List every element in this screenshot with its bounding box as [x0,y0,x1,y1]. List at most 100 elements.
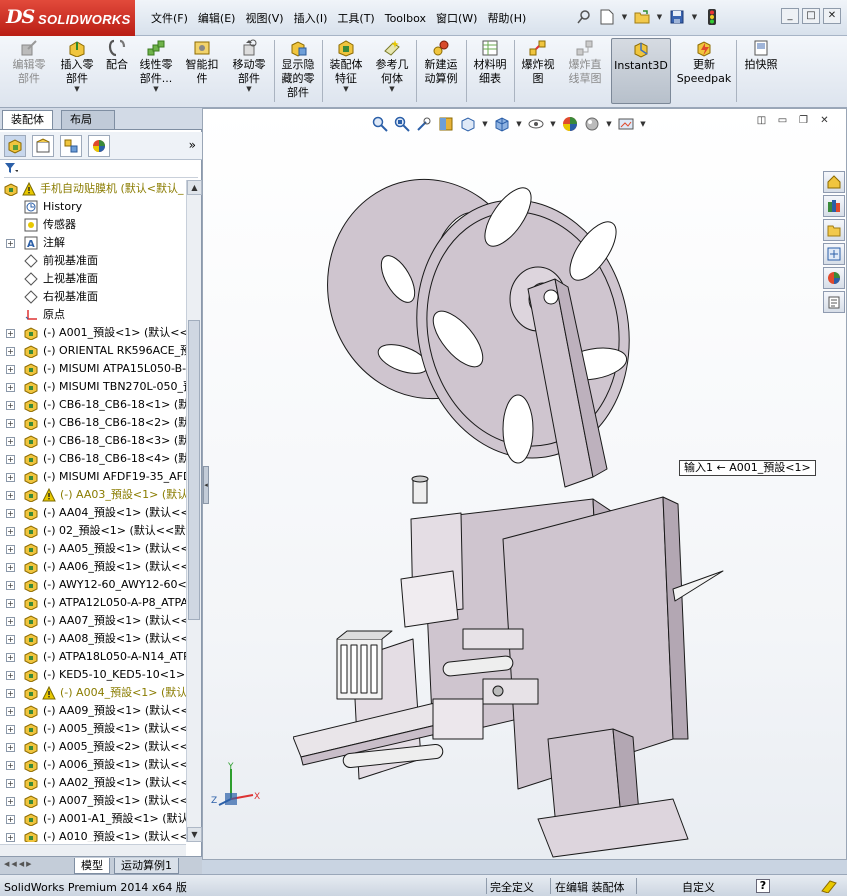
expand-icon[interactable]: + [6,635,15,644]
pin-icon[interactable] [574,8,594,26]
tree-item-component[interactable]: + (-) AA09_預設<1> (默认<<默 [0,702,186,720]
expand-icon[interactable]: + [6,563,15,572]
new-motion-study-button[interactable]: 新建运 动算例 [418,38,464,104]
units-system[interactable]: 自定义 [682,879,715,895]
reference-geometry-button[interactable]: 参考几 何体 ▼ [370,38,414,104]
tree-item-component[interactable]: + (-) AA07_預設<1> (默认<<默 [0,612,186,630]
tree-filter[interactable] [4,162,198,178]
expand-icon[interactable]: + [6,581,15,590]
display-style-icon[interactable] [493,115,511,133]
previous-view-icon[interactable] [415,115,433,133]
bill-of-materials-button[interactable]: 材料明 细表 [468,38,512,104]
solidworks-resources-icon[interactable] [823,171,845,193]
expand-icon[interactable]: + [6,509,15,518]
propertymanager-icon[interactable] [32,135,54,157]
mate-button[interactable]: 配合 [102,38,132,104]
tree-item[interactable]: 右视基准面 [0,288,186,306]
tree-item-component[interactable]: + (-) AA04_預設<1> (默认<<默 [0,504,186,522]
custom-properties-icon[interactable] [823,291,845,313]
resize-grip-icon[interactable] [820,879,838,896]
viewport-close-icon[interactable]: ✕ [817,115,832,129]
tree-item-component[interactable]: + (-) 02_預設<1> (默认<<默认 [0,522,186,540]
tree-item[interactable]: 上视基准面 [0,270,186,288]
expand-icon[interactable]: + [6,725,15,734]
viewport-split-icon[interactable]: ◫ [754,115,769,129]
tree-horizontal-scrollbar[interactable] [0,844,186,856]
expand-icon[interactable]: + [6,347,15,356]
new-dropdown-icon[interactable]: ▼ [620,8,629,26]
viewport-restore-icon[interactable]: ❐ [796,115,811,129]
scroll-down-icon[interactable]: ▼ [187,827,202,842]
filter-icon[interactable] [4,162,19,174]
tree-item-component[interactable]: + (-) CB6-18_CB6-18<2> (默认 [0,414,186,432]
tree-item-component[interactable]: + (-) AA08_預設<1> (默认<<默 [0,630,186,648]
chevron-down-icon[interactable]: ▼ [226,85,272,94]
expand-icon[interactable]: + [6,491,15,500]
tree-item-component[interactable]: + (-) AA06_預設<1> (默认<<默 [0,558,186,576]
tree-item-component[interactable]: + (-) ATPA12L050-A-P8_ATPA1 [0,594,186,612]
tree-item-component[interactable]: + (-) A001-A1_預設<1> (默认< [0,810,186,828]
appearances-scenes-icon[interactable] [823,267,845,289]
tree-item-component[interactable]: + (-) AA05_預設<1> (默认<<默 [0,540,186,558]
menu-window[interactable]: 窗口(W) [431,10,482,28]
open-dropdown-icon[interactable]: ▼ [655,8,664,26]
expand-icon[interactable]: + [6,455,15,464]
expand-icon[interactable]: + [6,707,15,716]
explode-line-sketch-button[interactable]: 爆炸直 线草图 [562,38,608,104]
assembly-features-button[interactable]: 装配体 特征 ▼ [324,38,368,104]
expand-icon[interactable]: + [6,797,15,806]
tree-item-component[interactable]: + (-) A001_預設<1> (默认<<默 [0,324,186,342]
tree-item-component[interactable]: + (-) A005_預設<2> (默认<<默 [0,738,186,756]
tree-item-component[interactable]: + (-) AWY12-60_AWY12-60<1> [0,576,186,594]
scroll-thumb[interactable] [188,320,200,620]
expand-icon[interactable]: + [6,743,15,752]
edit-appearance-icon[interactable] [561,115,579,133]
menu-edit[interactable]: 编辑(E) [193,10,241,28]
expand-icon[interactable]: + [6,437,15,446]
open-folder-icon[interactable] [632,8,652,26]
expand-icon[interactable]: + [6,653,15,662]
more-tabs-icon[interactable]: » [189,138,196,152]
tab-layout[interactable]: 布局 [61,110,115,129]
tab-navigation-icon[interactable]: ◀◀◀▶ [4,860,34,868]
graphics-area[interactable]: ◂ ▼ ▼ ▼ ▼ ▼ ◫ ▭ ❐ ✕ 输入1 ← A001_預設<1> Y X… [202,108,847,860]
new-document-icon[interactable] [597,8,617,26]
zoom-to-area-icon[interactable] [393,115,411,133]
menu-view[interactable]: 视图(V) [240,10,288,28]
tree-item-component[interactable]: + (-) MISUMI ATPA15L050-B-N1 [0,360,186,378]
restore-button[interactable]: □ [802,8,820,24]
solidworks-logo[interactable]: DS SOLIDWORKS [0,0,135,36]
expand-icon[interactable]: + [6,689,15,698]
chevron-down-icon[interactable]: ▼ [370,85,414,94]
tree-root-assembly[interactable]: 手机自动贴膜机 (默认<默认_ [0,180,186,198]
expand-icon[interactable]: + [6,779,15,788]
traffic-light-icon[interactable] [702,8,722,26]
smart-fasteners-button[interactable]: 智能扣 件 [180,38,224,104]
expand-icon[interactable]: + [6,239,15,248]
expand-icon[interactable]: + [6,401,15,410]
tree-item[interactable]: 传感器 [0,216,186,234]
expand-icon[interactable]: + [6,383,15,392]
tree-item-component[interactable]: + (-) AA03_預設<1> (默认 [0,486,186,504]
configurationmanager-icon[interactable] [60,135,82,157]
minimize-button[interactable]: _ [781,8,799,24]
chevron-down-icon[interactable]: ▼ [54,85,100,94]
chevron-down-icon[interactable]: ▼ [134,85,178,94]
expand-icon[interactable]: + [6,761,15,770]
save-icon[interactable] [667,8,687,26]
instant3d-button[interactable]: Instant3D [611,38,671,104]
tree-vertical-scrollbar[interactable]: ▲ ▼ [186,180,202,842]
hide-show-dropdown-icon[interactable]: ▼ [549,115,557,133]
expand-icon[interactable]: + [6,833,15,842]
tree-item-component[interactable]: + (-) A007_預設<1> (默认<<默 [0,792,186,810]
tree-item-component[interactable]: + (-) A004_預設<1> (默认 [0,684,186,702]
tab-model[interactable]: 模型 [74,858,110,874]
file-explorer-icon[interactable] [823,219,845,241]
tree-item[interactable]: 原点 [0,306,186,324]
section-view-icon[interactable] [437,115,455,133]
help-icon[interactable]: ? [756,879,770,893]
assembly-model[interactable] [293,139,793,859]
expand-icon[interactable]: + [6,545,15,554]
close-button[interactable]: ✕ [823,8,841,24]
tree-item-component[interactable]: + (-) MISUMI TBN270L-050_預設 [0,378,186,396]
